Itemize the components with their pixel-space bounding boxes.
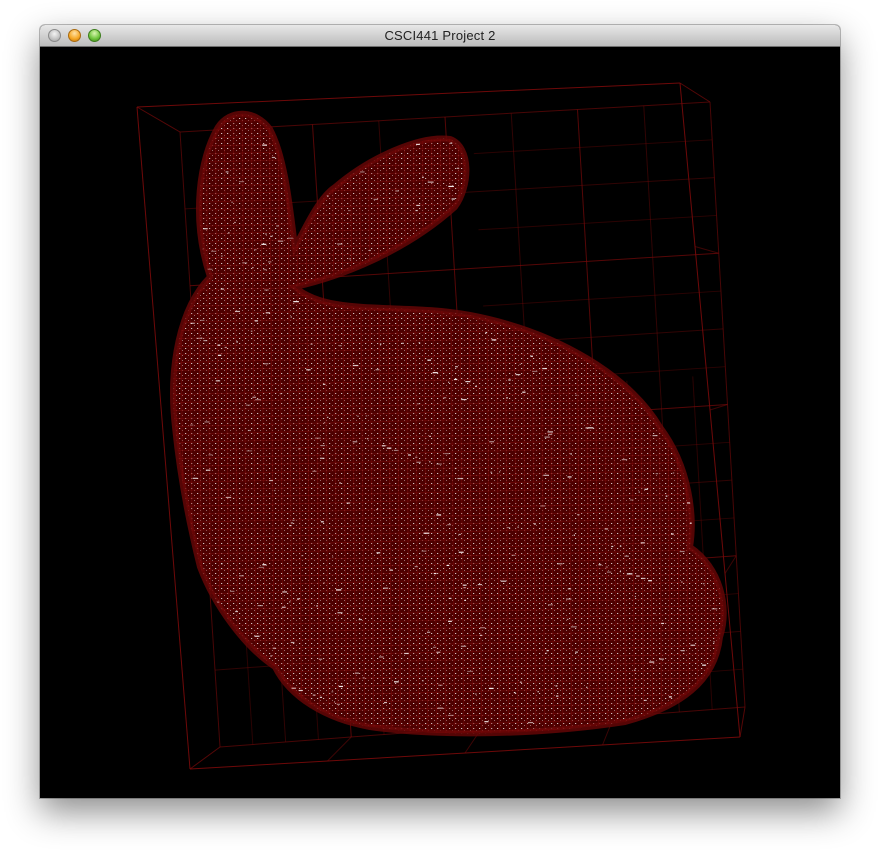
bunny-mesh <box>170 110 727 737</box>
window-title: CSCI441 Project 2 <box>384 28 496 43</box>
octree-render <box>136 82 746 770</box>
render-canvas[interactable] <box>40 47 840 798</box>
app-window: CSCI441 Project 2 <box>40 25 840 798</box>
title-bar[interactable]: CSCI441 Project 2 <box>40 25 840 47</box>
